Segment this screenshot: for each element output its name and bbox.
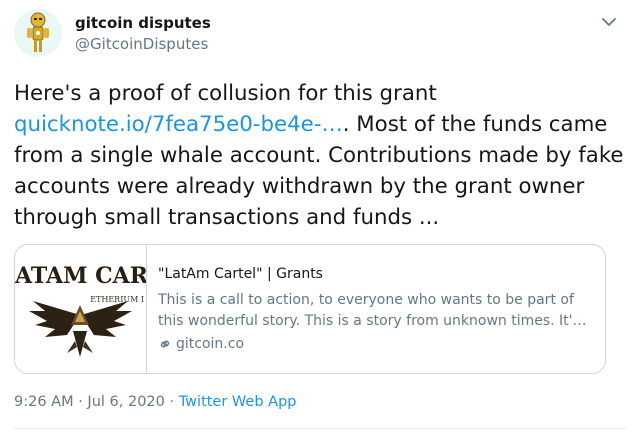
tweet-text: Here's a proof of collusion for this gra… [14,78,624,233]
avatar[interactable] [14,9,62,57]
card-domain-text: gitcoin.co [176,336,245,352]
author-display-name[interactable]: gitcoin disputes [75,14,211,33]
card-thumbnail: ATAM CART ETHERIUM I [15,245,147,373]
chevron-down-icon [602,18,616,26]
tweet-link[interactable]: quicknote.io/7fea75e0-be4e-… [14,112,343,137]
link-preview-card[interactable]: ATAM CART ETHERIUM I "LatAm Cartel" | Gr… [14,244,606,374]
more-options-button[interactable] [600,14,618,28]
card-domain: gitcoin.co [158,334,598,354]
card-description: This is a call to action, to everyone wh… [158,290,596,332]
tweet-author[interactable]: gitcoin disputes @GitcoinDisputes [75,14,211,55]
card-description-line: this wonderful story. This is a story fr… [158,313,587,329]
card-description-line: This is a call to action, to everyone wh… [158,292,574,308]
author-handle[interactable]: @GitcoinDisputes [75,33,211,55]
divider [14,428,626,429]
tweet-timestamp[interactable]: 9:26 AM · Jul 6, 2020 [14,394,165,410]
tweet-text-part1: Here's a proof of collusion for this gra… [14,81,437,106]
meta-separator: · [164,394,179,410]
link-icon [160,340,170,348]
card-title: "LatAm Cartel" | Grants [158,266,323,282]
robot-avatar-icon [27,12,49,52]
tweet-meta: 9:26 AM · Jul 6, 2020 · Twitter Web App [14,392,296,412]
winged-emblem-icon [29,301,132,357]
tweet-source[interactable]: Twitter Web App [179,394,297,410]
card-body: "LatAm Cartel" | Grants This is a call t… [158,265,598,354]
